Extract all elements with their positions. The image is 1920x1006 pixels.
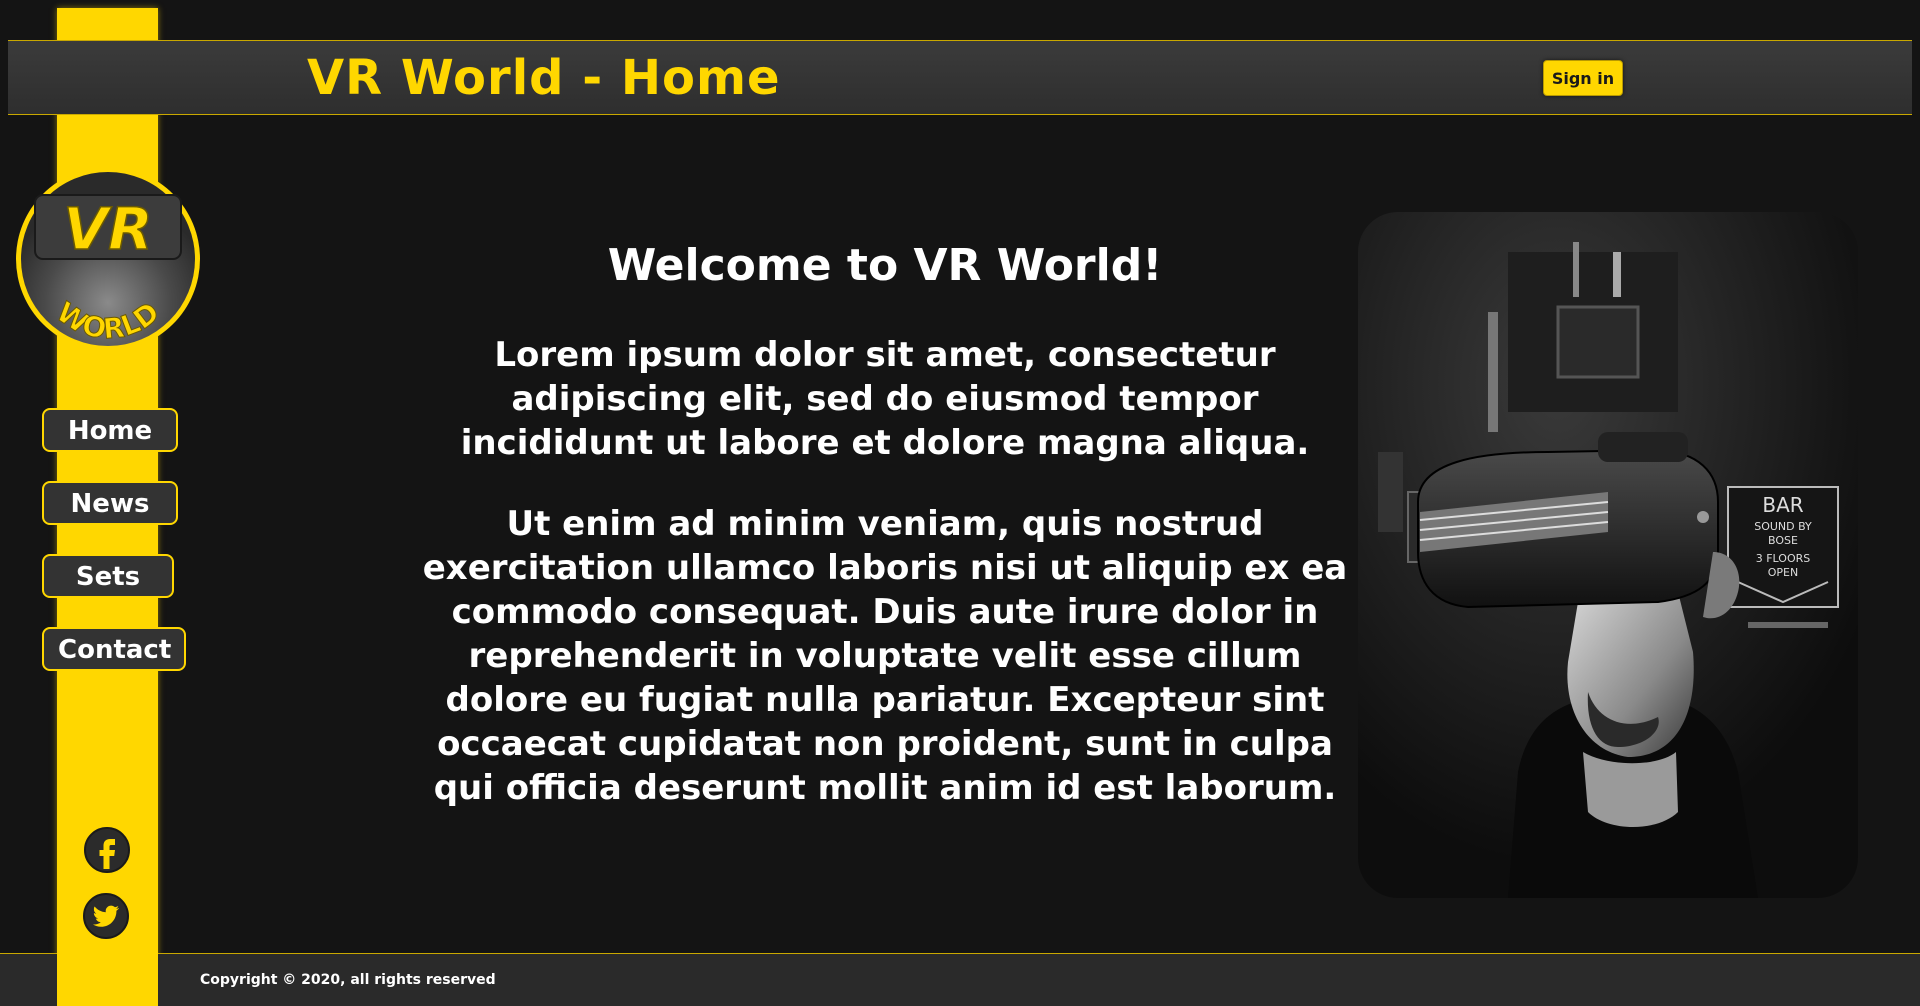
logo-text-top: VR — [63, 195, 153, 263]
nav-item-sets[interactable]: Sets — [42, 554, 174, 598]
bar-sign: BAR SOUND BY BOSE 3 FLOORS OPEN — [1727, 486, 1839, 608]
footer-bar-left — [0, 953, 57, 1006]
svg-text:3 FLOORS: 3 FLOORS — [1756, 552, 1811, 565]
svg-text:SOUND BY: SOUND BY — [1754, 520, 1812, 533]
copyright-text: Copyright © 2020, all rights reserved — [200, 972, 496, 988]
svg-text:BOSE: BOSE — [1768, 534, 1798, 547]
nav-item-news[interactable]: News — [42, 481, 178, 525]
nav-item-contact[interactable]: Contact — [42, 627, 186, 671]
intro-paragraph-2: Ut enim ad minim veniam, quis nostrud ex… — [422, 504, 1348, 808]
vr-world-logo[interactable]: VR WORLD — [13, 165, 203, 353]
header-bar — [8, 40, 1912, 115]
logo-graphic: VR WORLD — [16, 167, 200, 351]
intro-paragraph-1: Lorem ipsum dolor sit amet, consectetur … — [460, 335, 1310, 463]
signin-button[interactable]: Sign in — [1543, 60, 1623, 96]
page-title: VR World - Home — [307, 50, 781, 106]
twitter-icon[interactable] — [82, 892, 130, 940]
vr-headset-photo: BAR SOUND BY BOSE 3 FLOORS OPEN — [1358, 212, 1858, 898]
svg-text:BAR: BAR — [1762, 493, 1803, 517]
svg-text:OPEN: OPEN — [1768, 566, 1798, 579]
welcome-heading: Welcome to VR World! — [607, 240, 1163, 291]
page: VR World - Home Sign in VR WORLD Home Ne… — [0, 0, 1920, 1006]
nav-item-home[interactable]: Home — [42, 408, 178, 452]
facebook-icon[interactable] — [83, 826, 131, 874]
